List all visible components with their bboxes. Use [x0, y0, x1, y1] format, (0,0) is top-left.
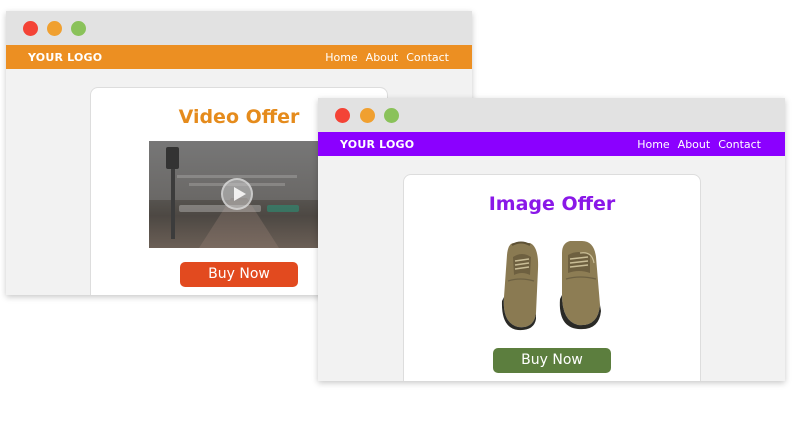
site-logo[interactable]: YOUR LOGO: [340, 138, 414, 151]
window-titlebar: [318, 98, 785, 132]
buy-now-button[interactable]: Buy Now: [180, 262, 298, 287]
nav-link-contact[interactable]: Contact: [406, 51, 449, 64]
close-window-button[interactable]: [23, 21, 38, 36]
video-frame-button: [267, 205, 299, 212]
nav-link-home[interactable]: Home: [637, 138, 669, 151]
video-frame-traffic-light: [166, 147, 179, 169]
nav-link-about[interactable]: About: [678, 138, 711, 151]
image-offer-window: YOUR LOGO Home About Contact Image Offer: [318, 98, 785, 381]
shoes-image: [501, 241, 601, 331]
site-logo[interactable]: YOUR LOGO: [28, 51, 102, 64]
buy-now-button[interactable]: Buy Now: [493, 348, 611, 373]
nav-links: Home About Contact: [637, 138, 761, 151]
nav-link-home[interactable]: Home: [325, 51, 357, 64]
minimize-window-button[interactable]: [360, 108, 375, 123]
right-shoe: [559, 241, 601, 330]
left-shoe: [501, 241, 539, 331]
card-title: Image Offer: [488, 193, 616, 215]
offer-card: Image Offer Buy Now: [403, 174, 701, 381]
video-player[interactable]: [149, 141, 319, 248]
close-window-button[interactable]: [335, 108, 350, 123]
maximize-window-button[interactable]: [384, 108, 399, 123]
video-frame-field: [179, 205, 261, 212]
maximize-window-button[interactable]: [71, 21, 86, 36]
minimize-window-button[interactable]: [47, 21, 62, 36]
nav-links: Home About Contact: [325, 51, 449, 64]
nav-link-contact[interactable]: Contact: [718, 138, 761, 151]
window-titlebar: [6, 11, 472, 45]
play-icon[interactable]: [221, 178, 253, 210]
site-navbar: YOUR LOGO Home About Contact: [318, 132, 785, 156]
site-navbar: YOUR LOGO Home About Contact: [6, 45, 472, 69]
nav-link-about[interactable]: About: [366, 51, 399, 64]
